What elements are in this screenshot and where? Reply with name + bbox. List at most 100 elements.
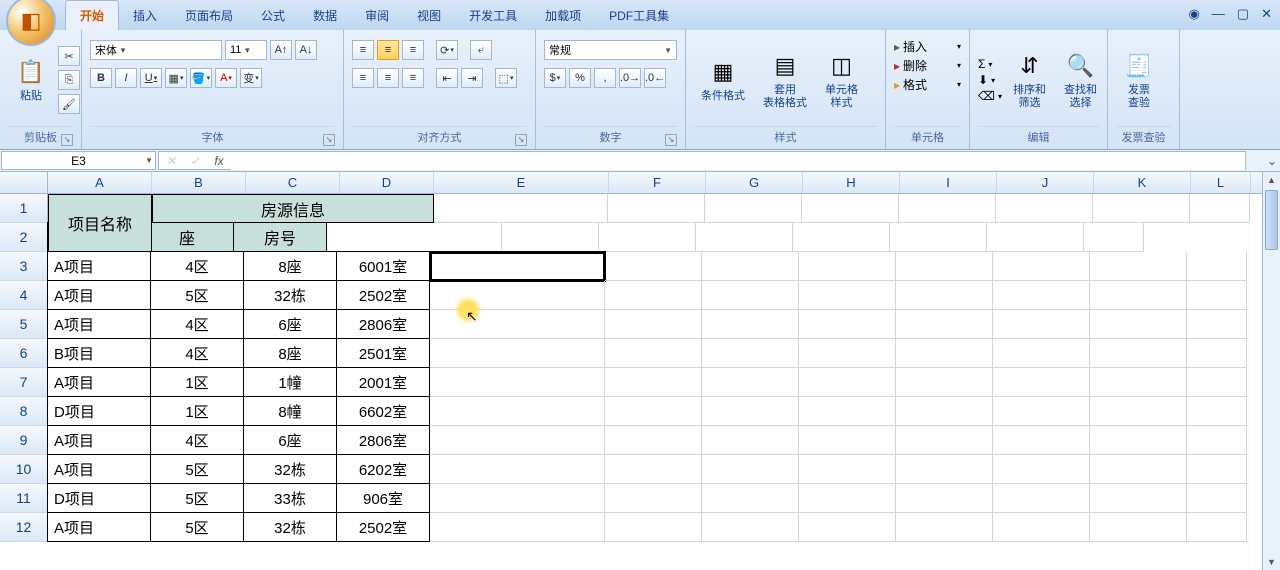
format-cell-button[interactable]: ▸格式▾ — [894, 76, 961, 93]
cell-A12[interactable]: A项目 — [47, 512, 151, 542]
cell-B10[interactable]: 5区 — [150, 454, 244, 484]
cell-A8[interactable]: D项目 — [47, 396, 151, 426]
cell-J10[interactable] — [993, 455, 1090, 484]
underline-button[interactable]: U — [140, 68, 162, 88]
cell-I1[interactable] — [899, 194, 996, 223]
cell-I5[interactable] — [896, 310, 993, 339]
cell-J6[interactable] — [993, 339, 1090, 368]
cell-D10[interactable]: 6202室 — [336, 454, 430, 484]
tab-formulas[interactable]: 公式 — [247, 1, 299, 30]
tab-addins[interactable]: 加载项 — [531, 1, 595, 30]
cell-J1[interactable] — [996, 194, 1093, 223]
cell-A3[interactable]: A项目 — [47, 251, 151, 281]
cell-I12[interactable] — [896, 513, 993, 542]
col-header-L[interactable]: L — [1191, 172, 1251, 193]
cell-H9[interactable] — [799, 426, 896, 455]
cell-G10[interactable] — [702, 455, 799, 484]
row-header-5[interactable]: 5 — [0, 310, 48, 339]
cell-A7[interactable]: A项目 — [47, 367, 151, 397]
align-right-button[interactable]: ≡ — [402, 68, 424, 88]
cell-J11[interactable] — [993, 484, 1090, 513]
scroll-up-button[interactable]: ▲ — [1263, 172, 1280, 188]
cell-G12[interactable] — [702, 513, 799, 542]
formula-expand-button[interactable]: ⌄ — [1264, 150, 1280, 171]
cell-D9[interactable]: 2806室 — [336, 425, 430, 455]
align-middle-button[interactable]: ≡ — [377, 40, 399, 60]
cell-K7[interactable] — [1090, 368, 1187, 397]
cell-B3[interactable]: 4区 — [150, 251, 244, 281]
tab-review[interactable]: 审阅 — [351, 1, 403, 30]
cell-E4[interactable] — [430, 281, 605, 310]
insert-row-button[interactable]: ▸插入▾ — [894, 38, 961, 55]
scroll-down-button[interactable]: ▼ — [1263, 554, 1280, 570]
percent-button[interactable]: % — [569, 68, 591, 88]
cell-C6[interactable]: 8座 — [243, 338, 337, 368]
align-left-button[interactable]: ≡ — [352, 68, 374, 88]
cell-D3[interactable]: 6001室 — [336, 251, 430, 281]
tab-view[interactable]: 视图 — [403, 1, 455, 30]
cell-H6[interactable] — [799, 339, 896, 368]
cell-K6[interactable] — [1090, 339, 1187, 368]
formula-input[interactable] — [231, 152, 1245, 170]
row-header-12[interactable]: 12 — [0, 513, 48, 542]
cell-F3[interactable] — [605, 252, 702, 281]
cut-button[interactable]: ✂ — [58, 46, 80, 66]
cell-B6[interactable]: 4区 — [150, 338, 244, 368]
cell-E12[interactable] — [430, 513, 605, 542]
cell-C7[interactable]: 1幢 — [243, 367, 337, 397]
cell-I2[interactable] — [793, 223, 890, 252]
cell-H5[interactable] — [799, 310, 896, 339]
cell-A11[interactable]: D项目 — [47, 483, 151, 513]
cell-A4[interactable]: A项目 — [47, 280, 151, 310]
grow-font-button[interactable]: A↑ — [270, 40, 292, 60]
italic-button[interactable]: I — [115, 68, 137, 88]
font-launcher[interactable]: ↘ — [323, 134, 335, 146]
cell-I6[interactable] — [896, 339, 993, 368]
tab-data[interactable]: 数据 — [299, 1, 351, 30]
sort-filter-button[interactable]: ⇵排序和 筛选 — [1006, 45, 1053, 115]
cell-F8[interactable] — [605, 397, 702, 426]
align-launcher[interactable]: ↘ — [515, 134, 527, 146]
cell-E3[interactable] — [430, 252, 605, 281]
tab-home[interactable]: 开始 — [65, 0, 119, 30]
cell-H4[interactable] — [799, 281, 896, 310]
cell-B7[interactable]: 1区 — [150, 367, 244, 397]
cell-L8[interactable] — [1187, 397, 1247, 426]
row-header-7[interactable]: 7 — [0, 368, 48, 397]
cell-I11[interactable] — [896, 484, 993, 513]
bold-button[interactable]: B — [90, 68, 112, 88]
col-header-G[interactable]: G — [706, 172, 803, 193]
cell-D2[interactable]: 房号 — [233, 222, 327, 252]
row-header-9[interactable]: 9 — [0, 426, 48, 455]
cell-K2[interactable] — [987, 223, 1084, 252]
cell-I4[interactable] — [896, 281, 993, 310]
cell-J2[interactable] — [890, 223, 987, 252]
paste-button[interactable]: 📋 粘贴 — [8, 51, 54, 108]
cell-F9[interactable] — [605, 426, 702, 455]
cell-G8[interactable] — [702, 397, 799, 426]
cell-B8[interactable]: 1区 — [150, 396, 244, 426]
cell-C12[interactable]: 32栋 — [243, 512, 337, 542]
cell-E2[interactable] — [327, 223, 502, 252]
cell-E6[interactable] — [430, 339, 605, 368]
cell-F10[interactable] — [605, 455, 702, 484]
cell-J9[interactable] — [993, 426, 1090, 455]
decrease-decimal-button[interactable]: .0← — [644, 68, 666, 88]
close-icon[interactable]: ✕ — [1261, 6, 1272, 22]
cell-H2[interactable] — [696, 223, 793, 252]
cell-K8[interactable] — [1090, 397, 1187, 426]
cell-L9[interactable] — [1187, 426, 1247, 455]
cell-C2[interactable]: 座 — [140, 222, 234, 252]
cell-F2[interactable] — [502, 223, 599, 252]
cell-B5[interactable]: 4区 — [150, 309, 244, 339]
number-launcher[interactable]: ↘ — [665, 134, 677, 146]
wrap-text-button[interactable]: ⤶ — [470, 40, 492, 60]
orientation-button[interactable]: ⟳ — [436, 40, 458, 60]
cell-D12[interactable]: 2502室 — [336, 512, 430, 542]
cell-F5[interactable] — [605, 310, 702, 339]
cell-L1[interactable] — [1190, 194, 1250, 223]
phonetic-button[interactable]: 变 — [240, 68, 262, 88]
cell-C10[interactable]: 32栋 — [243, 454, 337, 484]
column-headers[interactable]: ABCDEFGHIJKL — [48, 172, 1262, 194]
col-header-B[interactable]: B — [152, 172, 246, 193]
